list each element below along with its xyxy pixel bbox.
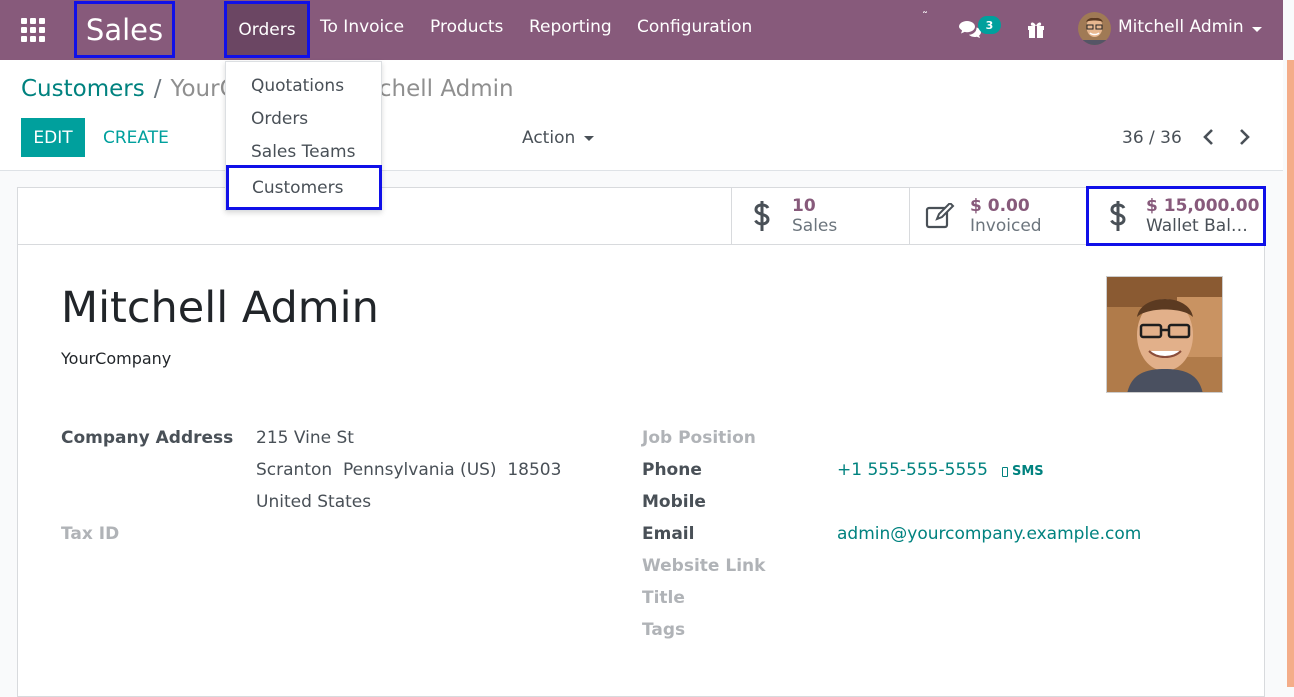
action-dropdown[interactable]: Action bbox=[522, 128, 595, 148]
stat-label: Wallet Bal… bbox=[1146, 216, 1248, 236]
control-panel: Customers / YourCompany, Mitchell Admin … bbox=[0, 60, 1283, 171]
partner-company[interactable]: YourCompany bbox=[61, 349, 171, 368]
chevron-down-icon[interactable] bbox=[1252, 27, 1262, 32]
invoiced-stat-button[interactable]: $ 0.00 Invoiced bbox=[909, 188, 1087, 244]
stat-label: Invoiced bbox=[970, 216, 1042, 236]
phone-link[interactable]: +1 555-555-5555 bbox=[837, 460, 988, 480]
app-brand[interactable]: Sales bbox=[74, 1, 175, 58]
action-label: Action bbox=[522, 128, 576, 148]
tax-id-label: Tax ID bbox=[61, 524, 120, 544]
tags-label: Tags bbox=[642, 620, 686, 640]
mobile-label: Mobile bbox=[642, 492, 706, 512]
title-label: Title bbox=[642, 588, 685, 608]
mobile-phone-icon bbox=[1002, 466, 1008, 477]
breadcrumb-separator: / bbox=[153, 76, 162, 102]
dollar-icon bbox=[732, 200, 792, 232]
sales-stat-button[interactable]: 10 Sales bbox=[731, 188, 909, 244]
dollar-icon bbox=[1089, 200, 1146, 232]
menu-configuration[interactable]: Configuration bbox=[637, 17, 752, 37]
stat-value: $ 15,000.00 bbox=[1146, 196, 1260, 216]
caret-down-icon bbox=[584, 135, 595, 141]
stat-value: 10 bbox=[792, 196, 816, 216]
stat-button-box: 10 Sales $ 0.00 Invoiced $ 15,000.00 Wal… bbox=[18, 186, 1266, 246]
menu-orders[interactable]: Orders bbox=[224, 1, 310, 58]
chat-count-badge: 3 bbox=[978, 16, 1001, 34]
user-menu[interactable]: Mitchell Admin bbox=[1118, 17, 1244, 37]
menu-products[interactable]: Products bbox=[430, 17, 503, 37]
pager-value[interactable]: 36 / 36 bbox=[1122, 128, 1182, 148]
menu-item-orders[interactable]: Orders bbox=[226, 102, 381, 135]
form-sheet: 10 Sales $ 0.00 Invoiced $ 15,000.00 Wal… bbox=[17, 186, 1266, 697]
sms-button[interactable]: SMS bbox=[1002, 464, 1044, 479]
status-mark: ˜ bbox=[922, 10, 928, 24]
partner-name: Mitchell Admin bbox=[61, 283, 379, 333]
edit-button[interactable]: EDIT bbox=[21, 118, 85, 157]
menu-item-sales-teams[interactable]: Sales Teams bbox=[226, 135, 381, 168]
phone-label: Phone bbox=[642, 460, 702, 480]
sms-label: SMS bbox=[1012, 464, 1044, 479]
pager-previous-icon[interactable] bbox=[1198, 126, 1220, 148]
pencil-square-icon bbox=[910, 203, 970, 229]
stat-label: Sales bbox=[792, 216, 838, 236]
website-label: Website Link bbox=[642, 556, 766, 576]
job-position-label: Job Position bbox=[642, 428, 756, 448]
company-address-label: Company Address bbox=[61, 428, 234, 448]
menu-item-quotations[interactable]: Quotations bbox=[226, 69, 381, 102]
gift-icon[interactable] bbox=[1026, 19, 1046, 39]
partner-avatar[interactable] bbox=[1106, 276, 1223, 393]
address-street: 215 Vine St bbox=[256, 428, 354, 448]
email-label: Email bbox=[642, 524, 695, 544]
menu-to-invoice[interactable]: To Invoice bbox=[320, 17, 404, 37]
email-link[interactable]: admin@yourcompany.example.com bbox=[837, 524, 1141, 544]
apps-menu-icon[interactable] bbox=[21, 18, 45, 42]
breadcrumb-customers[interactable]: Customers bbox=[21, 76, 145, 102]
orders-dropdown-menu: Quotations Orders Sales Teams Customers bbox=[225, 61, 382, 211]
menu-reporting[interactable]: Reporting bbox=[529, 17, 612, 37]
scrollbar[interactable] bbox=[1287, 60, 1294, 687]
pager-next-icon[interactable] bbox=[1233, 126, 1255, 148]
wallet-balance-stat-button[interactable]: $ 15,000.00 Wallet Bal… bbox=[1086, 186, 1266, 246]
create-button[interactable]: CREATE bbox=[103, 128, 169, 148]
stat-value: $ 0.00 bbox=[970, 196, 1030, 216]
address-country: United States bbox=[256, 492, 372, 512]
address-city: Scranton Pennsylvania (US) 18503 bbox=[256, 460, 562, 480]
menu-item-customers[interactable]: Customers bbox=[226, 165, 382, 210]
top-navbar: Sales Orders To Invoice Products Reporti… bbox=[0, 0, 1283, 60]
user-avatar[interactable] bbox=[1078, 12, 1111, 45]
